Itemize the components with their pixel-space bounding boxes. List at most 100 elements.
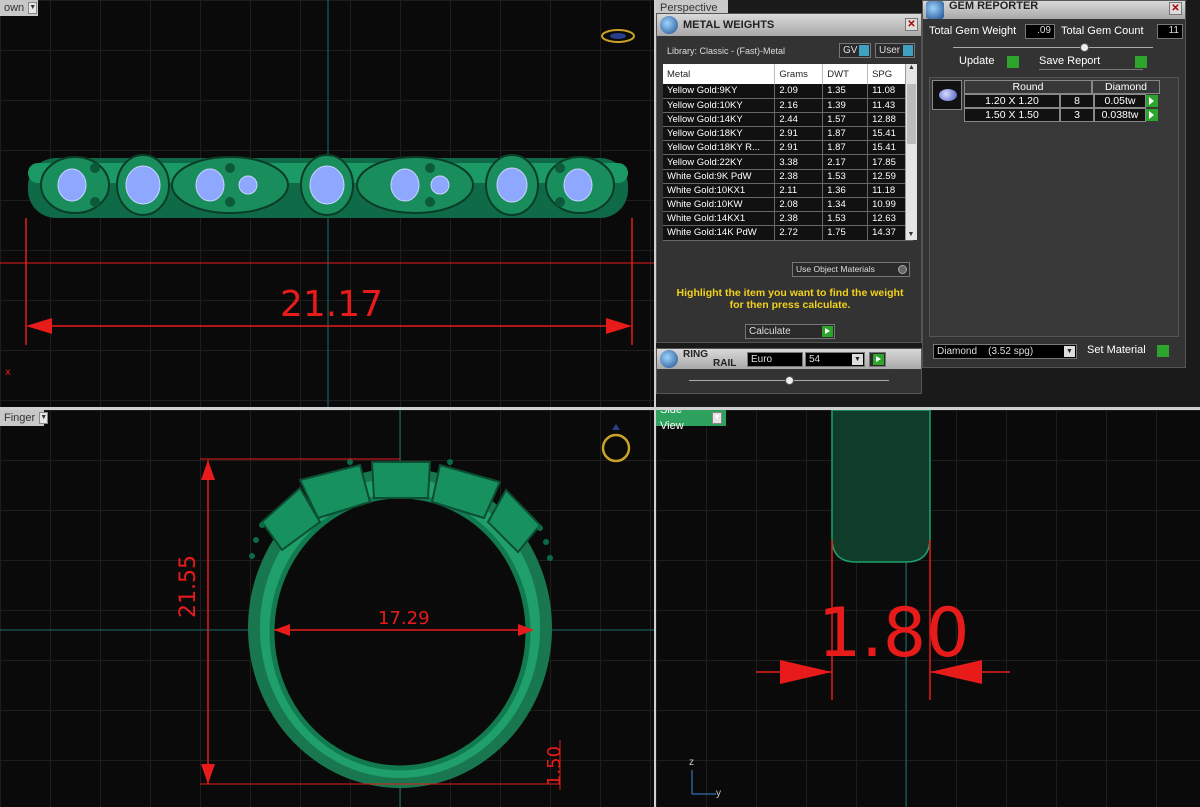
- table-cell: Yellow Gold:9KY: [663, 84, 776, 99]
- table-row[interactable]: White Gold:10KX1 2.11 1.36 11.18: [663, 183, 913, 199]
- play-icon: [1157, 345, 1169, 357]
- table-cell: 2.09: [774, 84, 824, 99]
- close-icon[interactable]: ✕: [905, 18, 918, 31]
- toggle-indicator-icon: [859, 45, 869, 56]
- update-button[interactable]: Update: [959, 55, 1021, 70]
- user-toggle[interactable]: User: [875, 43, 915, 58]
- ring-rail-slider[interactable]: [689, 376, 889, 385]
- table-cell: 1.35: [822, 84, 869, 99]
- total-gem-weight-value: .09: [1025, 24, 1055, 39]
- scroll-thumb[interactable]: [907, 84, 916, 144]
- ring-standard-value: Euro: [751, 354, 773, 365]
- radio-icon: [898, 265, 907, 274]
- table-row[interactable]: Yellow Gold:14KY 2.44 1.57 12.88: [663, 112, 913, 128]
- play-icon: [873, 354, 884, 365]
- axis-x-label: x: [5, 367, 11, 378]
- material-select[interactable]: Diamond (3.52 spg) ▼: [933, 344, 1077, 359]
- scroll-down-icon[interactable]: ▼: [906, 231, 916, 238]
- table-row[interactable]: White Gold:10KW 2.08 1.34 10.99: [663, 197, 913, 213]
- table-cell: Yellow Gold:22KY: [663, 154, 776, 170]
- table-cell: 2.38: [774, 211, 824, 227]
- table-cell: 2.08: [774, 197, 824, 213]
- slider-knob[interactable]: [785, 376, 794, 385]
- table-cell: 2.16: [774, 98, 824, 113]
- column-header[interactable]: Metal: [663, 64, 776, 84]
- table-row[interactable]: Yellow Gold:22KY 3.38 2.17 17.85: [663, 154, 913, 170]
- table-cell: 2.91: [774, 126, 824, 142]
- table-cell: 2.44: [774, 112, 824, 128]
- metal-weights-titlebar[interactable]: METAL WEIGHTS ✕: [657, 14, 921, 36]
- table-row[interactable]: White Gold:14K PdW 2.72 1.75 14.37: [663, 225, 913, 241]
- table-cell: 2.72: [774, 225, 824, 241]
- material-select-value: Diamond (3.52 spg): [937, 346, 1034, 357]
- ring-rail-panel: RING RAIL Euro 54 ▼: [656, 348, 922, 394]
- table-cell: 1.53: [822, 211, 869, 227]
- ring-thumbnail-icon: [601, 29, 635, 43]
- column-header[interactable]: Grams: [774, 64, 824, 84]
- viewport-side[interactable]: Side View ▼ 1.80 z y: [656, 410, 1200, 807]
- gem-slider[interactable]: [953, 43, 1153, 52]
- metal-table[interactable]: Metal Grams DWT SPG Yellow Gold:9KY 2.09 1…: [663, 64, 913, 241]
- table-cell: 1.57: [822, 112, 869, 128]
- close-icon[interactable]: ✕: [1169, 2, 1182, 15]
- table-cell: 1.87: [822, 140, 869, 156]
- table-cell: 2.91: [774, 140, 824, 156]
- table-cell: 3.38: [774, 154, 824, 170]
- chevron-down-icon[interactable]: ▼: [852, 354, 863, 365]
- gem-select-button[interactable]: [1146, 95, 1158, 107]
- table-cell: 1.53: [822, 169, 869, 184]
- chevron-down-icon[interactable]: ▼: [1064, 346, 1075, 357]
- play-icon: [1007, 56, 1019, 68]
- total-gem-count-value: 11: [1157, 24, 1183, 39]
- user-label: User: [879, 45, 901, 56]
- table-cell: White Gold:14K PdW: [663, 225, 776, 241]
- gem-thumbnail[interactable]: [932, 80, 962, 110]
- gem-count-cell: 8: [1060, 94, 1094, 108]
- gv-toggle[interactable]: GV: [839, 43, 871, 58]
- play-icon: [1135, 56, 1147, 68]
- table-row[interactable]: Yellow Gold:10KY 2.16 1.39 11.43: [663, 98, 913, 113]
- update-label: Update: [959, 55, 995, 67]
- ring-side-thumbnail-icon: [601, 424, 631, 463]
- set-material-button[interactable]: Set Material: [1087, 344, 1171, 359]
- use-object-materials-label: Use Object Materials: [796, 264, 875, 274]
- slider-knob[interactable]: [1080, 43, 1089, 52]
- axis-triad-icon: [691, 770, 716, 795]
- metal-weights-icon: [660, 16, 678, 34]
- ring-rail-icon: [660, 350, 678, 368]
- table-row[interactable]: White Gold:14KX1 2.38 1.53 12.63: [663, 211, 913, 227]
- dimension-width-label: 21.17: [280, 284, 384, 325]
- table-scrollbar[interactable]: ▲ ▼: [905, 64, 917, 240]
- table-cell: 2.38: [774, 169, 824, 184]
- ring-size-apply-button[interactable]: [869, 352, 886, 367]
- gem-size-cell: 1.20 X 1.20: [964, 94, 1060, 108]
- ring-top-view: [0, 0, 654, 407]
- play-icon: [1149, 111, 1154, 119]
- dimension-shank-label: 1.50: [544, 745, 565, 786]
- table-cell: White Gold:14KX1: [663, 211, 776, 227]
- table-row[interactable]: Yellow Gold:18KY R... 2.91 1.87 15.41: [663, 140, 913, 156]
- table-cell: 2.11: [774, 183, 824, 199]
- table-cell: Yellow Gold:18KY: [663, 126, 776, 142]
- column-header[interactable]: DWT: [822, 64, 869, 84]
- use-object-materials-toggle[interactable]: Use Object Materials: [792, 262, 910, 277]
- gem-reporter-titlebar[interactable]: GEM REPORTER ✕: [923, 1, 1185, 19]
- calculate-button[interactable]: Calculate: [745, 324, 835, 339]
- dimension-inner-label: 17.29: [378, 608, 430, 629]
- table-cell: 1.87: [822, 126, 869, 142]
- total-gem-count-label: Total Gem Count: [1061, 25, 1144, 37]
- dimension-thickness-label: 1.80: [818, 594, 970, 673]
- ring-standard-field[interactable]: Euro: [747, 352, 803, 367]
- table-row[interactable]: Yellow Gold:18KY 2.91 1.87 15.41: [663, 126, 913, 142]
- save-report-button[interactable]: Save Report: [1039, 55, 1147, 70]
- viewport-top[interactable]: own ▼ 21.17 x: [0, 0, 654, 407]
- gem-reporter-icon: [926, 1, 944, 19]
- viewport-finger[interactable]: Finger ▼ 21.55 17.29 1.50: [0, 410, 654, 807]
- table-row[interactable]: Yellow Gold:9KY 2.09 1.35 11.08: [663, 84, 913, 99]
- gem-count-cell: 3: [1060, 108, 1094, 122]
- table-row[interactable]: White Gold:9K PdW 2.38 1.53 12.59: [663, 169, 913, 184]
- ring-size-select[interactable]: 54 ▼: [805, 352, 865, 367]
- round-gem-icon: [939, 89, 957, 101]
- gem-select-button[interactable]: [1146, 109, 1158, 121]
- scroll-up-icon[interactable]: ▲: [906, 64, 917, 71]
